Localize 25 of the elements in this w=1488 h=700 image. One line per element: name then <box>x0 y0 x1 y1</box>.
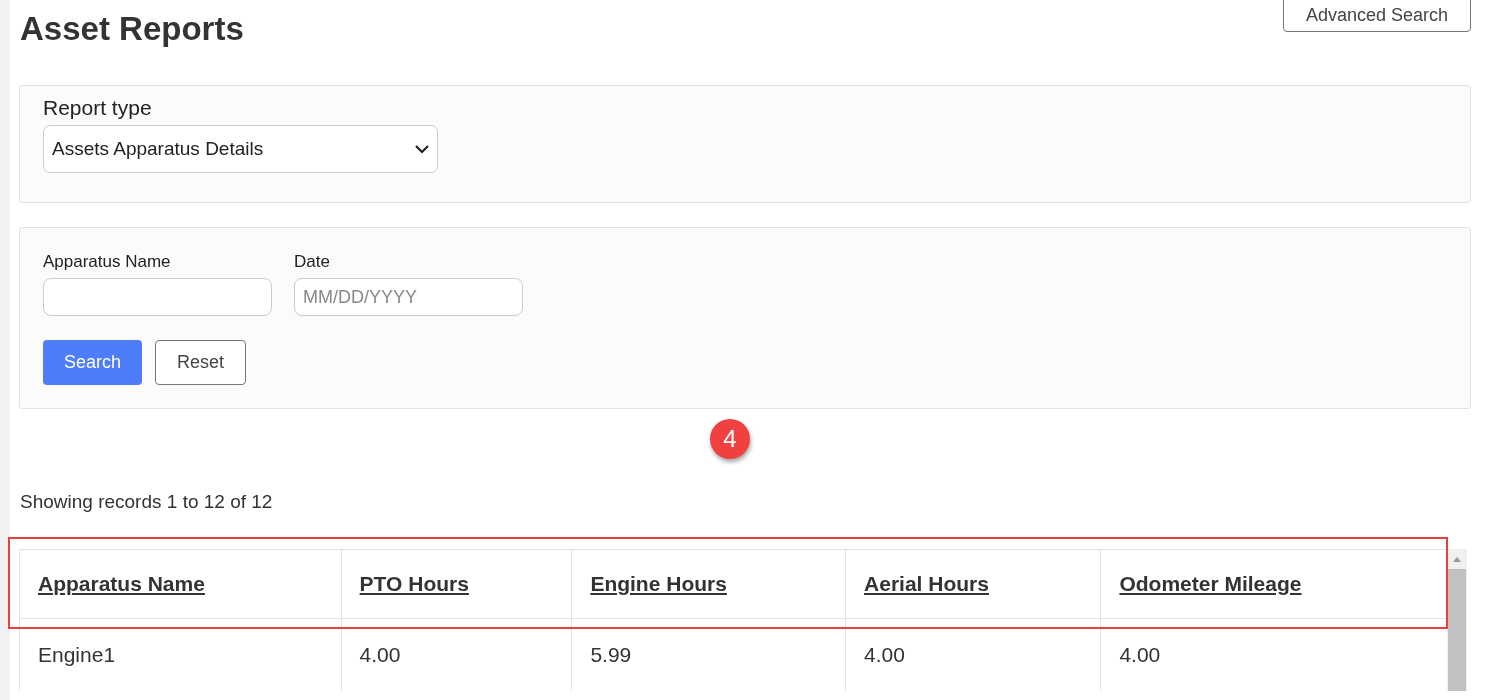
report-type-dropdown[interactable]: Assets Apparatus Details <box>43 125 438 173</box>
column-header[interactable]: Aerial Hours <box>864 572 989 595</box>
column-header[interactable]: Apparatus Name <box>38 572 205 595</box>
column-header[interactable]: Odometer Mileage <box>1119 572 1302 595</box>
field-label: Date <box>294 252 331 272</box>
input-field[interactable] <box>43 278 272 316</box>
page-title: Asset Reports <box>20 10 244 48</box>
field-label: Apparatus Name <box>43 252 172 272</box>
scroll-up-icon[interactable] <box>1452 555 1462 563</box>
table-cell: 5.99 <box>590 643 632 666</box>
column-header[interactable]: Engine Hours <box>590 572 727 595</box>
search-button[interactable]: Search <box>43 340 143 385</box>
column-header[interactable]: PTO Hours <box>359 572 469 595</box>
table-cell: 4.00 <box>359 643 401 666</box>
table-cell: 4.00 <box>1119 643 1161 666</box>
field-label: Report type <box>43 96 153 120</box>
chevron-down-icon <box>415 144 429 154</box>
scrollbar[interactable] <box>1447 549 1467 691</box>
step-number-badge: 4 <box>710 419 750 459</box>
records-summary: Showing records 1 to 12 of 12 <box>20 491 274 513</box>
advanced-search-button[interactable]: Advanced Search <box>1282 0 1471 32</box>
table-cell: Engine1 <box>38 643 116 666</box>
reset-button[interactable]: Reset <box>155 340 247 385</box>
input-field[interactable]: MM/DD/YYYY <box>294 278 523 316</box>
table-cell: 4.00 <box>864 643 905 666</box>
